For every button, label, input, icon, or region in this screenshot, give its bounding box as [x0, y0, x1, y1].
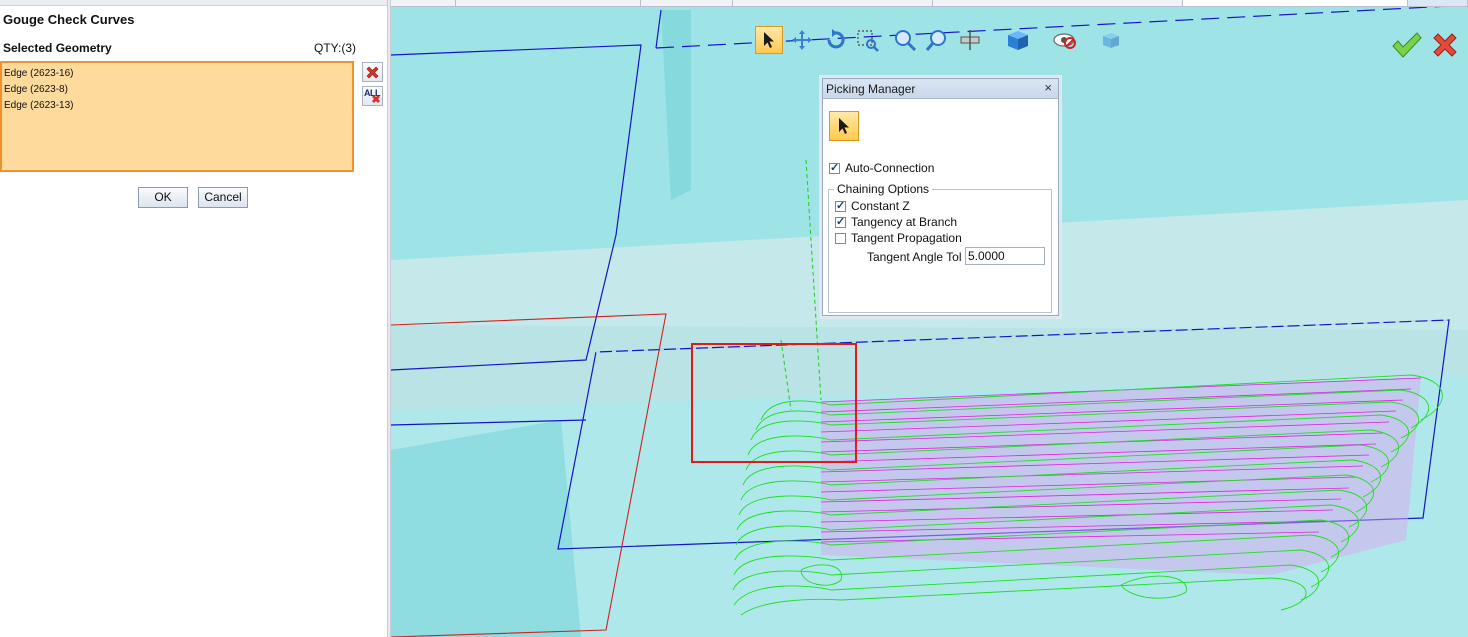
checkbox-checked[interactable] — [835, 199, 846, 212]
panel-title: Gouge Check Curves — [3, 12, 135, 27]
cancel-button[interactable]: Cancel — [198, 187, 248, 208]
list-item[interactable]: Edge (2623-16) — [4, 66, 350, 82]
zoom-fit-icon[interactable] — [923, 26, 951, 54]
checkbox-label: Auto-Connection — [845, 161, 935, 175]
red-x-remove-icon — [366, 66, 379, 78]
highlight-annotation-box — [691, 343, 857, 463]
checkbox-label: Tangent Propagation — [851, 231, 962, 245]
remove-all-icon: ALL — [364, 88, 381, 104]
checkbox-checked[interactable] — [829, 161, 840, 174]
remove-selected-button[interactable] — [362, 62, 383, 82]
tab[interactable] — [733, 0, 933, 6]
pick-select-button[interactable] — [829, 111, 859, 141]
tangency-at-branch-checkbox[interactable]: Tangency at Branch — [835, 215, 957, 229]
checkbox-checked[interactable] — [835, 215, 846, 228]
tangent-angle-tol-input[interactable] — [965, 247, 1045, 265]
checkbox-label: Constant Z — [851, 199, 910, 213]
tab[interactable] — [456, 0, 641, 6]
remove-all-button[interactable]: ALL — [362, 86, 383, 106]
qty-count: QTY:(3) — [314, 41, 357, 55]
checkbox-unchecked[interactable] — [835, 232, 846, 244]
hide-icon[interactable] — [1051, 26, 1079, 54]
ok-button[interactable]: OK — [138, 187, 188, 208]
tab[interactable] — [1408, 0, 1468, 6]
dialog-title: Picking Manager — [826, 82, 916, 96]
surface-block — [391, 420, 581, 637]
select-arrow-icon[interactable] — [755, 26, 783, 54]
view-cube-icon[interactable] — [1096, 26, 1124, 54]
section-icon[interactable] — [956, 26, 984, 54]
shading-icon[interactable] — [1003, 26, 1031, 54]
toolpath-magenta-fill — [821, 378, 1421, 575]
chaining-options-label: Chaining Options — [834, 182, 933, 196]
picking-manager-dialog: Picking Manager × Auto-Connection Chaini… — [822, 78, 1059, 316]
tab-active[interactable] — [1183, 0, 1408, 6]
pan-icon[interactable] — [788, 26, 816, 54]
selected-geometry-label: Selected Geometry — [3, 41, 112, 55]
close-icon[interactable]: × — [1044, 80, 1052, 95]
tab[interactable] — [933, 0, 1183, 6]
select-arrow-icon — [839, 118, 849, 134]
green-check-icon[interactable] — [1389, 29, 1423, 61]
zoom-icon[interactable] — [891, 26, 919, 54]
list-item[interactable]: Edge (2623-8) — [4, 82, 350, 98]
auto-connection-checkbox[interactable]: Auto-Connection — [829, 161, 934, 175]
zoom-window-icon[interactable] — [853, 26, 881, 54]
tab[interactable] — [641, 0, 733, 6]
checkbox-label: Tangency at Branch — [851, 215, 958, 229]
dialog-title-bar[interactable]: Picking Manager × — [823, 79, 1058, 99]
tangent-angle-tol-label: Tangent Angle Tol — [867, 250, 962, 264]
document-tab-strip — [391, 0, 1468, 7]
gouge-check-panel: Gouge Check Curves Selected Geometry QTY… — [0, 0, 387, 637]
constant-z-checkbox[interactable]: Constant Z — [835, 199, 910, 213]
selected-geometry-list[interactable]: Edge (2623-16) Edge (2623-8) Edge (2623-… — [0, 61, 354, 172]
panel-top-strip — [0, 0, 387, 6]
tangent-propagation-checkbox[interactable]: Tangent Propagation — [835, 231, 962, 245]
list-item[interactable]: Edge (2623-13) — [4, 98, 350, 114]
red-x-icon[interactable] — [1429, 29, 1461, 61]
rotate-icon[interactable] — [821, 26, 849, 54]
tab[interactable] — [401, 0, 456, 6]
